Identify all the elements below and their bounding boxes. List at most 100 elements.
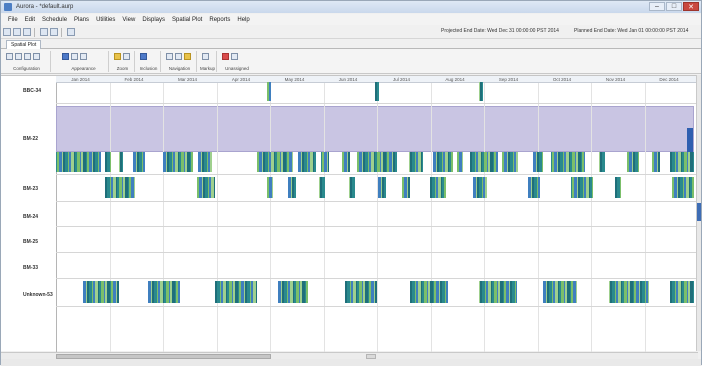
menu-schedule[interactable]: Schedule xyxy=(42,17,67,23)
schedule-block[interactable] xyxy=(322,177,325,198)
markup-icon[interactable] xyxy=(202,53,209,60)
schedule-block[interactable] xyxy=(375,281,377,303)
schedule-block[interactable] xyxy=(496,152,498,172)
schedule-block[interactable] xyxy=(602,152,605,172)
menu-spatial-plot[interactable]: Spatial Plot xyxy=(172,17,202,23)
schedule-block[interactable] xyxy=(485,177,487,198)
pin-icon[interactable] xyxy=(231,53,238,60)
menu-displays[interactable]: Displays xyxy=(142,17,165,23)
edit-icon[interactable] xyxy=(33,53,40,60)
menu-plans[interactable]: Plans xyxy=(74,17,89,23)
schedule-block[interactable] xyxy=(422,152,423,172)
zoom-out-icon[interactable] xyxy=(123,53,130,60)
schedule-block[interactable] xyxy=(408,177,410,198)
schedule-block[interactable] xyxy=(693,281,694,303)
schedule-block[interactable] xyxy=(314,152,316,172)
undo-icon[interactable] xyxy=(40,28,48,36)
minimize-button[interactable]: – xyxy=(649,2,665,11)
color-icon[interactable] xyxy=(80,53,87,60)
save-icon[interactable] xyxy=(23,28,31,36)
schedule-block[interactable] xyxy=(256,281,257,303)
schedule-block[interactable] xyxy=(446,281,448,303)
menu-view[interactable]: View xyxy=(122,17,135,23)
lane-divider xyxy=(56,201,698,202)
ribbon-label-zoom: Zoom xyxy=(116,66,129,71)
table-icon[interactable] xyxy=(24,53,31,60)
schedule-block[interactable] xyxy=(592,177,593,198)
schedule-block[interactable] xyxy=(638,152,639,172)
schedule-block[interactable] xyxy=(210,152,212,172)
shape-icon[interactable] xyxy=(71,53,78,60)
month-gridline xyxy=(430,83,432,352)
schedule-block[interactable] xyxy=(292,152,293,172)
menu-file[interactable]: File xyxy=(8,17,18,23)
tab-spatial-plot[interactable]: Spatial Plot xyxy=(6,40,42,49)
schedule-block[interactable] xyxy=(272,177,273,198)
schedule-block[interactable] xyxy=(122,152,123,172)
ribbon-group-markup: Markup xyxy=(199,51,217,72)
schedule-block[interactable] xyxy=(352,177,355,198)
redo-icon[interactable] xyxy=(50,28,58,36)
schedule-block[interactable] xyxy=(648,281,649,303)
schedule-block[interactable] xyxy=(143,152,145,172)
schedule-block[interactable] xyxy=(294,177,296,198)
horizontal-scrollbar[interactable] xyxy=(1,352,698,359)
schedule-block[interactable] xyxy=(306,281,308,303)
warning-icon[interactable] xyxy=(222,53,229,60)
menu-help[interactable]: Help xyxy=(237,17,249,23)
menu-utilities[interactable]: Utilities xyxy=(96,17,115,23)
schedule-block[interactable] xyxy=(444,177,446,198)
spatial-plot-canvas[interactable]: Jan 2014 Feb 2014 Mar 2014 Apr 2014 May 2014… xyxy=(1,75,698,352)
schedule-block[interactable] xyxy=(117,281,119,303)
ribbon-label-appearance: Appearance xyxy=(71,66,96,71)
schedule-block[interactable] xyxy=(384,177,386,198)
month-label: Jun 2014 xyxy=(338,77,358,82)
print-icon[interactable] xyxy=(67,28,75,36)
schedule-block[interactable] xyxy=(516,281,517,303)
gear-icon[interactable] xyxy=(6,53,13,60)
schedule-block[interactable] xyxy=(538,177,540,198)
menu-edit[interactable]: Edit xyxy=(25,17,35,23)
schedule-block[interactable] xyxy=(134,177,135,198)
schedule-block[interactable] xyxy=(348,152,350,172)
schedule-block[interactable] xyxy=(395,152,397,172)
schedule-block[interactable] xyxy=(620,177,621,198)
schedule-block[interactable] xyxy=(110,152,111,172)
grid-icon[interactable] xyxy=(15,53,22,60)
month-gridline xyxy=(537,83,539,352)
schedule-block[interactable] xyxy=(516,152,518,172)
schedule-block[interactable] xyxy=(269,82,271,101)
close-button[interactable]: ✕ xyxy=(683,2,699,11)
schedule-block[interactable] xyxy=(692,177,694,198)
palette-icon[interactable] xyxy=(62,53,69,60)
schedule-block[interactable] xyxy=(482,82,483,101)
month-label: Mar 2014 xyxy=(177,77,197,82)
star-icon[interactable] xyxy=(184,53,191,60)
maximize-button[interactable]: □ xyxy=(666,2,682,11)
schedule-block[interactable] xyxy=(191,152,193,172)
menu-reports[interactable]: Reports xyxy=(209,17,230,23)
schedule-block[interactable] xyxy=(693,152,694,172)
zoom-in-icon[interactable] xyxy=(114,53,121,60)
schedule-block[interactable] xyxy=(658,152,660,172)
schedule-block[interactable] xyxy=(462,152,463,172)
month-label: Aug 2014 xyxy=(445,77,465,82)
filter-icon[interactable] xyxy=(140,53,147,60)
open-icon[interactable] xyxy=(13,28,21,36)
schedule-block[interactable] xyxy=(377,82,379,101)
schedule-block[interactable] xyxy=(576,281,577,303)
schedule-block[interactable] xyxy=(214,177,215,198)
schedule-block[interactable] xyxy=(328,152,329,172)
ribbon-label-markup: Markup xyxy=(199,66,215,71)
schedule-block[interactable] xyxy=(584,152,585,172)
schedule-block[interactable] xyxy=(99,152,101,172)
schedule-block[interactable] xyxy=(687,128,693,152)
new-icon[interactable] xyxy=(3,28,11,36)
schedule-block[interactable] xyxy=(451,152,453,172)
vertical-scrollbar[interactable] xyxy=(696,75,701,351)
schedule-block[interactable] xyxy=(542,152,543,172)
schedule-block[interactable] xyxy=(178,281,180,303)
vertical-scroll-thumb[interactable] xyxy=(697,203,701,221)
back-icon[interactable] xyxy=(166,53,173,60)
forward-icon[interactable] xyxy=(175,53,182,60)
